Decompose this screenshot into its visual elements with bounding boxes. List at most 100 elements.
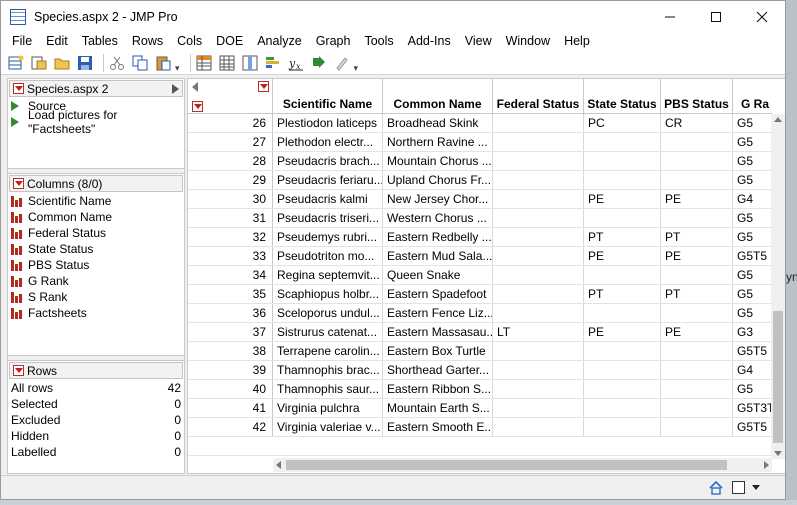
- scientific-name-cell[interactable]: Plethodon electr...: [273, 133, 383, 151]
- scientific-name-cell[interactable]: Pseudotriton mo...: [273, 247, 383, 265]
- vertical-scroll-thumb[interactable]: [773, 311, 783, 443]
- copy-button[interactable]: [131, 54, 149, 72]
- pbs-status-cell[interactable]: [661, 266, 733, 284]
- table-row[interactable]: 28 Pseudacris brach... Mountain Chorus ...…: [188, 152, 772, 171]
- menu-graph[interactable]: Graph: [309, 32, 358, 51]
- pbs-status-cell[interactable]: PE: [661, 247, 733, 265]
- table-script[interactable]: Load pictures for "Factsheets": [8, 108, 184, 136]
- g-rank-cell[interactable]: G5T5: [733, 247, 772, 265]
- scroll-left-icon[interactable]: [276, 461, 281, 469]
- federal-status-cell[interactable]: [493, 285, 584, 303]
- federal-status-cell[interactable]: [493, 304, 584, 322]
- window-list-icon[interactable]: [732, 481, 745, 494]
- select-all-arrow-icon[interactable]: [192, 82, 198, 92]
- pbs-status-cell[interactable]: [661, 418, 733, 436]
- g-rank-cell[interactable]: G5: [733, 285, 772, 303]
- run-script-button[interactable]: [310, 54, 328, 72]
- column-item[interactable]: State Status: [8, 241, 184, 257]
- pbs-status-cell[interactable]: PT: [661, 285, 733, 303]
- federal-status-cell[interactable]: [493, 133, 584, 151]
- state-status-cell[interactable]: [584, 133, 661, 151]
- g-rank-cell[interactable]: G5T5: [733, 342, 772, 360]
- g-rank-cell[interactable]: G5: [733, 228, 772, 246]
- common-name-cell[interactable]: Eastern Fence Liz...: [383, 304, 493, 322]
- state-status-cell[interactable]: PC: [584, 114, 661, 132]
- row-number[interactable]: 26: [188, 114, 273, 132]
- federal-status-cell[interactable]: [493, 361, 584, 379]
- federal-status-cell[interactable]: [493, 190, 584, 208]
- common-name-cell[interactable]: Upland Chorus Fr...: [383, 171, 493, 189]
- save-button[interactable]: [76, 54, 94, 72]
- scroll-up-icon[interactable]: [774, 117, 782, 122]
- column-header-common-name[interactable]: Common Name: [383, 79, 493, 114]
- federal-status-cell[interactable]: [493, 247, 584, 265]
- row-number[interactable]: 27: [188, 133, 273, 151]
- state-status-cell[interactable]: [584, 171, 661, 189]
- common-name-cell[interactable]: Eastern Massasau...: [383, 323, 493, 341]
- horizontal-scroll-thumb[interactable]: [286, 460, 727, 470]
- scientific-name-cell[interactable]: Scaphiopus holbr...: [273, 285, 383, 303]
- table-row[interactable]: 31 Pseudacris triseri... Western Chorus ..…: [188, 209, 772, 228]
- column-item[interactable]: S Rank: [8, 289, 184, 305]
- state-status-cell[interactable]: PT: [584, 285, 661, 303]
- g-rank-cell[interactable]: G5: [733, 380, 772, 398]
- scientific-name-cell[interactable]: Pseudacris brach...: [273, 152, 383, 170]
- column-item[interactable]: Common Name: [8, 209, 184, 225]
- formula-button[interactable]: yx: [287, 54, 305, 72]
- scientific-name-cell[interactable]: Thamnophis saur...: [273, 380, 383, 398]
- state-status-cell[interactable]: PE: [584, 323, 661, 341]
- table-row[interactable]: 39 Thamnophis brac... Shorthead Garter... G…: [188, 361, 772, 380]
- common-name-cell[interactable]: New Jersey Chor...: [383, 190, 493, 208]
- state-status-cell[interactable]: [584, 418, 661, 436]
- scientific-name-cell[interactable]: Terrapene carolin...: [273, 342, 383, 360]
- table-panel-header[interactable]: Species.aspx 2: [9, 80, 183, 97]
- pane-splitter[interactable]: [8, 168, 184, 174]
- state-status-cell[interactable]: PE: [584, 247, 661, 265]
- cut-button[interactable]: [108, 54, 126, 72]
- g-rank-cell[interactable]: G5: [733, 171, 772, 189]
- maximize-button[interactable]: [693, 1, 739, 32]
- row-number[interactable]: 28: [188, 152, 273, 170]
- close-button[interactable]: [739, 1, 785, 32]
- pointer-tool-button[interactable]: [333, 54, 351, 72]
- scientific-name-cell[interactable]: Regina septemvit...: [273, 266, 383, 284]
- state-status-cell[interactable]: [584, 380, 661, 398]
- toolbar-overflow-icon[interactable]: ▾: [354, 63, 359, 74]
- g-rank-cell[interactable]: G5: [733, 114, 772, 132]
- g-rank-cell[interactable]: G5: [733, 266, 772, 284]
- columns-red-triangle-icon[interactable]: [258, 81, 269, 92]
- common-name-cell[interactable]: Queen Snake: [383, 266, 493, 284]
- scientific-name-cell[interactable]: Virginia pulchra: [273, 399, 383, 417]
- minimize-button[interactable]: [647, 1, 693, 32]
- menu-file[interactable]: File: [5, 32, 39, 51]
- menu-rows[interactable]: Rows: [125, 32, 170, 51]
- federal-status-cell[interactable]: [493, 209, 584, 227]
- common-name-cell[interactable]: Broadhead Skink: [383, 114, 493, 132]
- horizontal-scrollbar[interactable]: [273, 458, 772, 472]
- common-name-cell[interactable]: Western Chorus ...: [383, 209, 493, 227]
- scientific-name-cell[interactable]: Pseudacris feriaru...: [273, 171, 383, 189]
- column-header-federal-status[interactable]: Federal Status: [493, 79, 584, 114]
- g-rank-cell[interactable]: G4: [733, 361, 772, 379]
- row-number[interactable]: 40: [188, 380, 273, 398]
- federal-status-cell[interactable]: [493, 171, 584, 189]
- row-number[interactable]: 33: [188, 247, 273, 265]
- scroll-right-icon[interactable]: [764, 461, 769, 469]
- scientific-name-cell[interactable]: Pseudacris kalmi: [273, 190, 383, 208]
- distribution-button[interactable]: [264, 54, 282, 72]
- g-rank-cell[interactable]: G5: [733, 133, 772, 151]
- vertical-scrollbar[interactable]: [771, 114, 785, 459]
- menu-doe[interactable]: DOE: [209, 32, 250, 51]
- row-number[interactable]: 34: [188, 266, 273, 284]
- state-status-cell[interactable]: PE: [584, 190, 661, 208]
- federal-status-cell[interactable]: [493, 380, 584, 398]
- state-status-cell[interactable]: [584, 304, 661, 322]
- column-item[interactable]: Factsheets: [8, 305, 184, 321]
- menu-analyze[interactable]: Analyze: [250, 32, 308, 51]
- scientific-name-cell[interactable]: Plestiodon laticeps: [273, 114, 383, 132]
- column-header-scientific-name[interactable]: Scientific Name: [273, 79, 383, 114]
- row-number[interactable]: 35: [188, 285, 273, 303]
- state-status-cell[interactable]: [584, 152, 661, 170]
- tabulate-button[interactable]: [218, 54, 236, 72]
- common-name-cell[interactable]: Eastern Box Turtle: [383, 342, 493, 360]
